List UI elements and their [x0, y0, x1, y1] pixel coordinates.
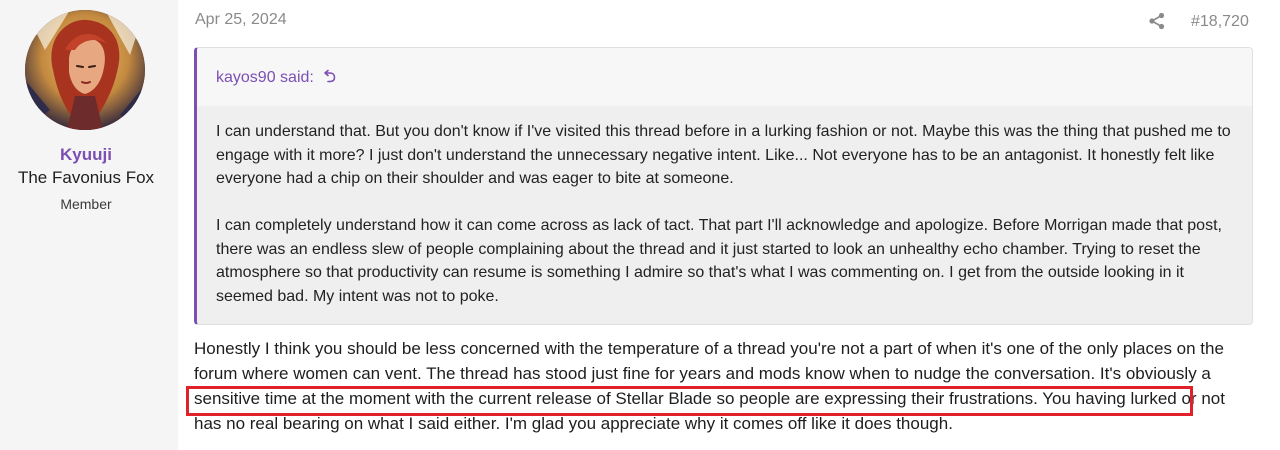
avatar[interactable] [25, 10, 145, 130]
post-main: Apr 25, 2024 #18,720 kayos90 said: I can… [178, 0, 1280, 450]
jump-back-icon[interactable] [322, 69, 336, 88]
post-number-link[interactable]: #18,720 [1191, 13, 1249, 31]
quote-author-link[interactable]: kayos90 said: [216, 69, 336, 88]
user-role: Member [60, 196, 112, 212]
quote-body: I can understand that. But you don't kno… [197, 106, 1252, 308]
forum-post: Kyuuji The Favonius Fox Member Apr 25, 2… [0, 0, 1280, 450]
user-title: The Favonius Fox [17, 168, 155, 187]
quote-header: kayos90 said: [197, 48, 1252, 106]
user-sidebar: Kyuuji The Favonius Fox Member [0, 0, 172, 450]
username[interactable]: Kyuuji [0, 145, 172, 165]
post-date[interactable]: Apr 25, 2024 [195, 11, 287, 29]
quote-paragraph: I can understand that. But you don't kno… [216, 123, 1231, 187]
quote-block: kayos90 said: I can understand that. But… [194, 47, 1253, 325]
post-message: Honestly I think you should be less conc… [194, 339, 1225, 433]
quote-paragraph: I can completely understand how it can c… [216, 217, 1222, 305]
share-icon[interactable] [1148, 12, 1166, 30]
avatar-portrait-icon [25, 10, 145, 130]
quote-author-label[interactable]: kayos90 said: [216, 69, 314, 86]
